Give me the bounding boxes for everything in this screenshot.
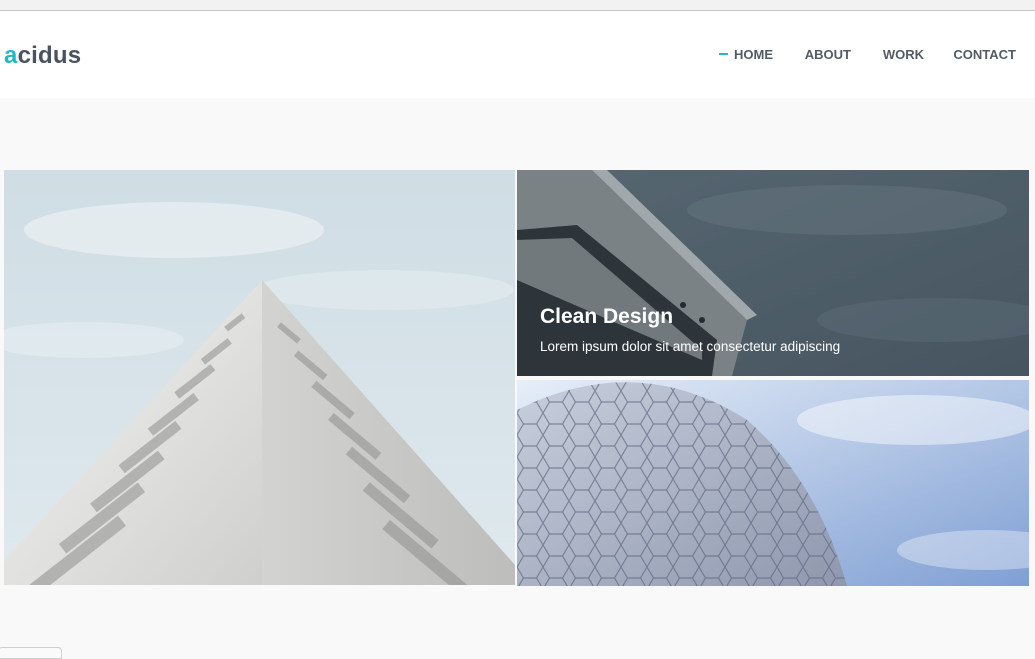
dome-photo bbox=[517, 380, 1029, 586]
caption-title: Clean Design bbox=[540, 305, 674, 328]
site-logo[interactable]: acidus bbox=[4, 42, 81, 70]
logo-accent-letter: a bbox=[4, 42, 18, 69]
portfolio-item-dome[interactable] bbox=[517, 380, 1029, 586]
logo-text: cidus bbox=[17, 42, 82, 69]
nav-home[interactable]: HOME bbox=[734, 48, 773, 62]
portfolio-item-building[interactable] bbox=[4, 170, 515, 585]
browser-top-strip bbox=[0, 0, 1035, 11]
portfolio-grid: Clean Design Lorem ipsum dolor sit amet … bbox=[4, 170, 1029, 586]
site-header: acidus HOME ABOUT WORK CONTACT bbox=[0, 11, 1035, 98]
footer-tab bbox=[0, 647, 62, 659]
caption-text: Lorem ipsum dolor sit amet consectetur a… bbox=[540, 339, 841, 354]
nav-about[interactable]: ABOUT bbox=[805, 48, 851, 62]
portfolio-item-featured[interactable]: Clean Design Lorem ipsum dolor sit amet … bbox=[517, 170, 1029, 376]
featured-caption: Clean Design Lorem ipsum dolor sit amet … bbox=[540, 304, 840, 356]
building-photo bbox=[4, 170, 515, 585]
active-indicator bbox=[719, 53, 728, 55]
nav-work[interactable]: WORK bbox=[883, 48, 924, 62]
nav-contact[interactable]: CONTACT bbox=[953, 48, 1016, 62]
